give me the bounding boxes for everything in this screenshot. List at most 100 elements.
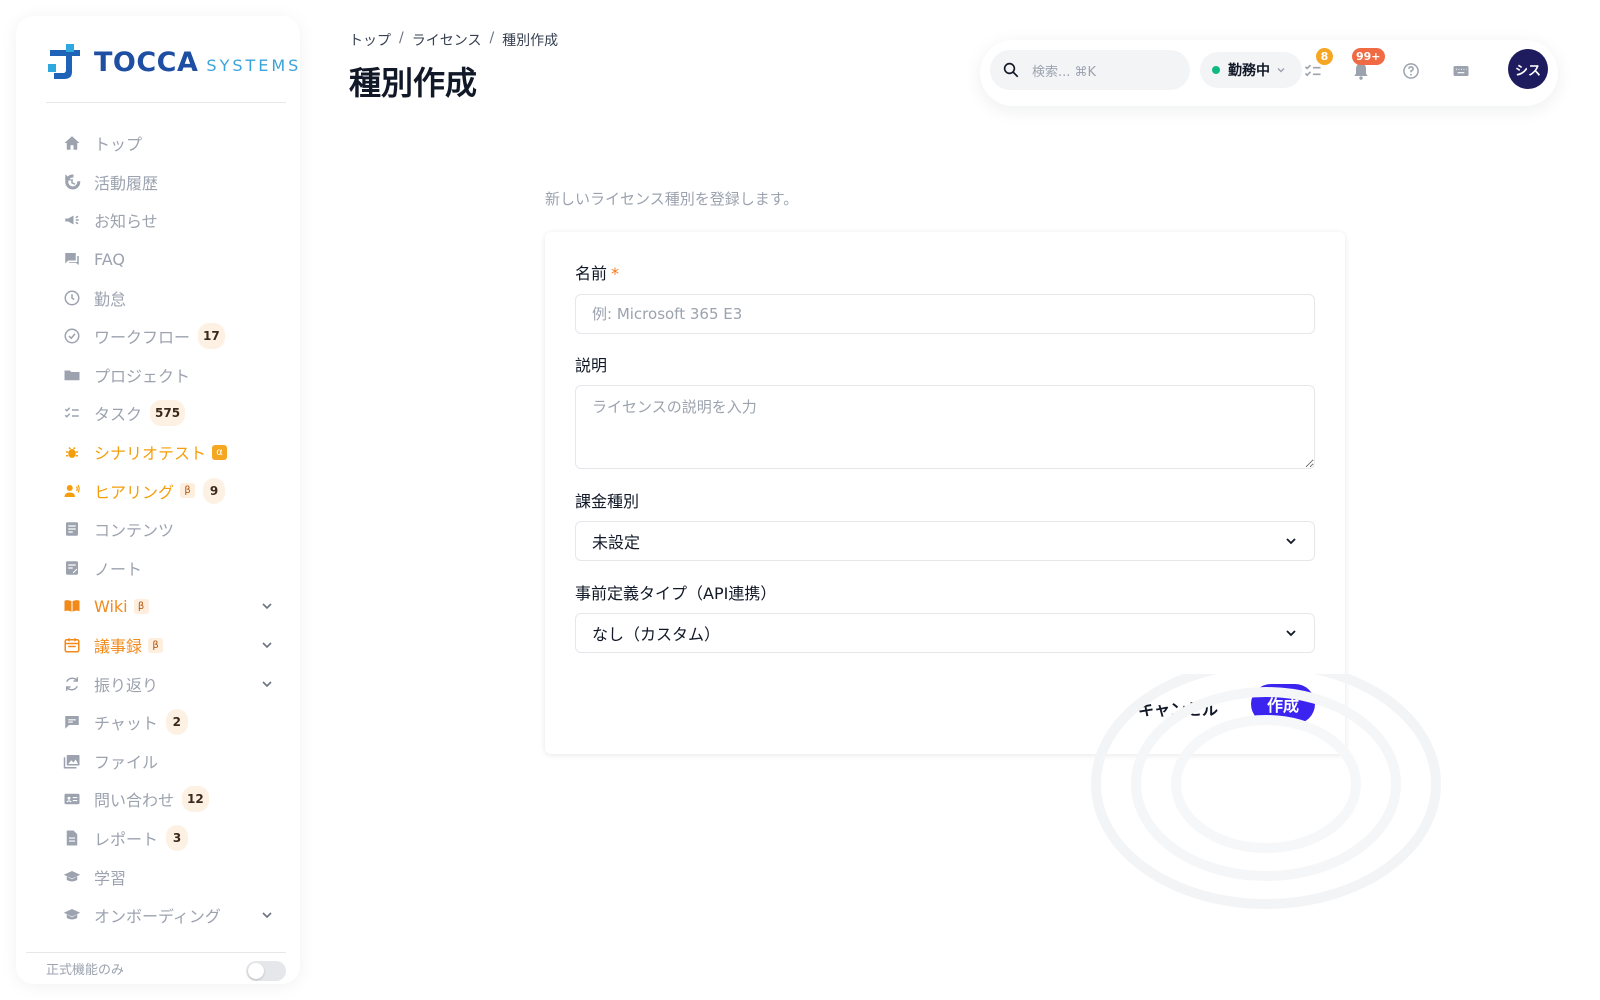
breadcrumb-separator: / [489, 30, 495, 46]
sidebar-item-label: トップ [94, 135, 143, 155]
chevron-down-icon [1286, 538, 1296, 545]
billing-type-value: 未設定 [592, 533, 641, 552]
work-status-dropdown[interactable]: 勤務中 [1200, 52, 1302, 88]
document-icon [62, 828, 82, 848]
chevron-down-icon[interactable] [260, 599, 274, 613]
folder-icon [62, 365, 82, 385]
school-icon [62, 905, 82, 925]
sidebar-item-onboarding[interactable]: オンボーディング [16, 896, 300, 935]
count-badge: 575 [150, 400, 186, 427]
sidebar-item-label: ファイル [94, 752, 159, 772]
billing-type-label: 課金種別 [575, 492, 640, 511]
sidebar-item-minutes[interactable]: 議事録 β [16, 626, 300, 665]
description-label: 説明 [575, 356, 608, 375]
sidebar-item-inquiry[interactable]: 問い合わせ 12 [16, 780, 300, 819]
calendar-icon [62, 635, 82, 655]
avatar[interactable]: シス [1508, 49, 1548, 89]
help-button[interactable] [1400, 60, 1422, 82]
count-badge: 9 [203, 477, 226, 504]
beta-tag: β [133, 598, 149, 614]
sidebar-item-label: レポート [94, 829, 159, 849]
sidebar-nav: トップ 活動履歴 お知らせ FAQ 勤怠 ワークフロー 17 プロジェクト タス… [16, 124, 300, 934]
sidebar-item-label: お知らせ [94, 212, 158, 232]
sidebar-item-label: 議事録 [94, 637, 143, 657]
sidebar-item-attendance[interactable]: 勤怠 [16, 278, 300, 317]
sidebar-item-label: 振り返り [94, 675, 159, 695]
brand-logo[interactable]: TOCCA SYSTEMS [46, 42, 300, 82]
sidebar-item-label: 勤怠 [94, 289, 127, 309]
sidebar-item-wiki[interactable]: Wiki β [16, 587, 300, 626]
checklist-icon [62, 403, 82, 423]
sidebar-item-task[interactable]: タスク 575 [16, 394, 300, 433]
search-icon [1003, 62, 1019, 78]
search-input[interactable]: 検索... ⌘K [990, 50, 1190, 90]
billing-type-select[interactable]: 未設定 [575, 521, 1315, 561]
chevron-down-icon [1277, 68, 1285, 73]
forum-icon [62, 249, 82, 269]
breadcrumb: トップ / ライセンス / 種別作成 [349, 30, 558, 50]
sidebar-item-label: チャット [94, 714, 158, 734]
sidebar-item-label: ヒアリング [94, 482, 175, 502]
chevron-down-icon [1286, 630, 1296, 637]
sidebar-item-workflow[interactable]: ワークフロー 17 [16, 317, 300, 356]
sidebar-item-history[interactable]: 活動履歴 [16, 163, 300, 202]
contact-card-icon [62, 789, 82, 809]
check-circle-icon [62, 326, 82, 346]
sidebar-item-top[interactable]: トップ [16, 124, 300, 163]
predefined-type-label: 事前定義タイプ（API連携） [575, 584, 777, 603]
work-status-label: 勤務中 [1228, 63, 1270, 79]
predefined-type-value: なし（カスタム） [592, 625, 721, 644]
beta-tag: β [148, 637, 164, 653]
license-type-form-card: 名前* 説明 課金種別 未設定 事前定義タイプ（API連携） なし（カスタム） … [545, 232, 1345, 754]
name-input[interactable] [575, 294, 1315, 334]
create-button[interactable]: 作成 [1251, 684, 1315, 724]
sidebar-item-retrospective[interactable]: 振り返り [16, 664, 300, 703]
breadcrumb-top[interactable]: トップ [349, 30, 391, 50]
page-title: 種別作成 [349, 64, 478, 102]
breadcrumb-separator: / [399, 30, 404, 46]
official-only-toggle[interactable] [246, 961, 286, 981]
predefined-type-select[interactable]: なし（カスタム） [575, 613, 1315, 653]
history-icon [62, 172, 82, 192]
count-badge: 2 [165, 709, 188, 736]
required-mark: * [611, 264, 620, 283]
sidebar-item-label: 問い合わせ [94, 791, 175, 811]
sidebar-item-chat[interactable]: チャット 2 [16, 703, 300, 742]
chevron-down-icon[interactable] [260, 908, 274, 922]
chat-icon [62, 712, 82, 732]
count-badge: 12 [182, 786, 209, 813]
sidebar-item-label: プロジェクト [94, 366, 191, 386]
sidebar-item-hearing[interactable]: ヒアリング β 9 [16, 471, 300, 510]
sidebar-item-contents[interactable]: コンテンツ [16, 510, 300, 549]
sidebar-item-label: シナリオテスト [94, 444, 207, 464]
beta-tag: β [180, 483, 196, 499]
topbar: 検索... ⌘K 勤務中 8 99+ シス [980, 40, 1558, 106]
cancel-button[interactable]: キャンセル [1130, 688, 1226, 728]
sidebar-item-note[interactable]: ノート [16, 549, 300, 588]
sidebar-item-announcements[interactable]: お知らせ [16, 201, 300, 240]
breadcrumb-license[interactable]: ライセンス [412, 30, 482, 50]
sidebar-item-project[interactable]: プロジェクト [16, 356, 300, 395]
bug-icon [62, 442, 82, 462]
chevron-down-icon[interactable] [260, 638, 274, 652]
description-textarea[interactable] [575, 385, 1315, 469]
breadcrumb-current: 種別作成 [502, 33, 559, 49]
divider [46, 102, 286, 103]
image-icon [62, 751, 82, 771]
sidebar-item-scenario-test[interactable]: シナリオテスト α [16, 433, 300, 472]
article-icon [62, 519, 82, 539]
count-badge: 17 [198, 323, 225, 350]
count-badge: 3 [166, 824, 189, 851]
sidebar-item-report[interactable]: レポート 3 [16, 819, 300, 858]
notification-count-badge: 99+ [1352, 48, 1385, 65]
sidebar-item-learning[interactable]: 学習 [16, 857, 300, 896]
sidebar: TOCCA SYSTEMS トップ 活動履歴 お知らせ FAQ 勤怠 ワークフロ… [16, 16, 300, 984]
keyboard-shortcuts-button[interactable] [1450, 60, 1472, 82]
chevron-down-icon[interactable] [260, 677, 274, 691]
task-count-badge: 8 [1316, 48, 1333, 65]
sidebar-item-label: ノート [94, 559, 143, 579]
search-placeholder: 検索... ⌘K [1032, 64, 1097, 80]
form-intro: 新しいライセンス種別を登録します。 [545, 190, 799, 208]
sidebar-item-faq[interactable]: FAQ [16, 240, 300, 279]
sidebar-item-files[interactable]: ファイル [16, 742, 300, 781]
